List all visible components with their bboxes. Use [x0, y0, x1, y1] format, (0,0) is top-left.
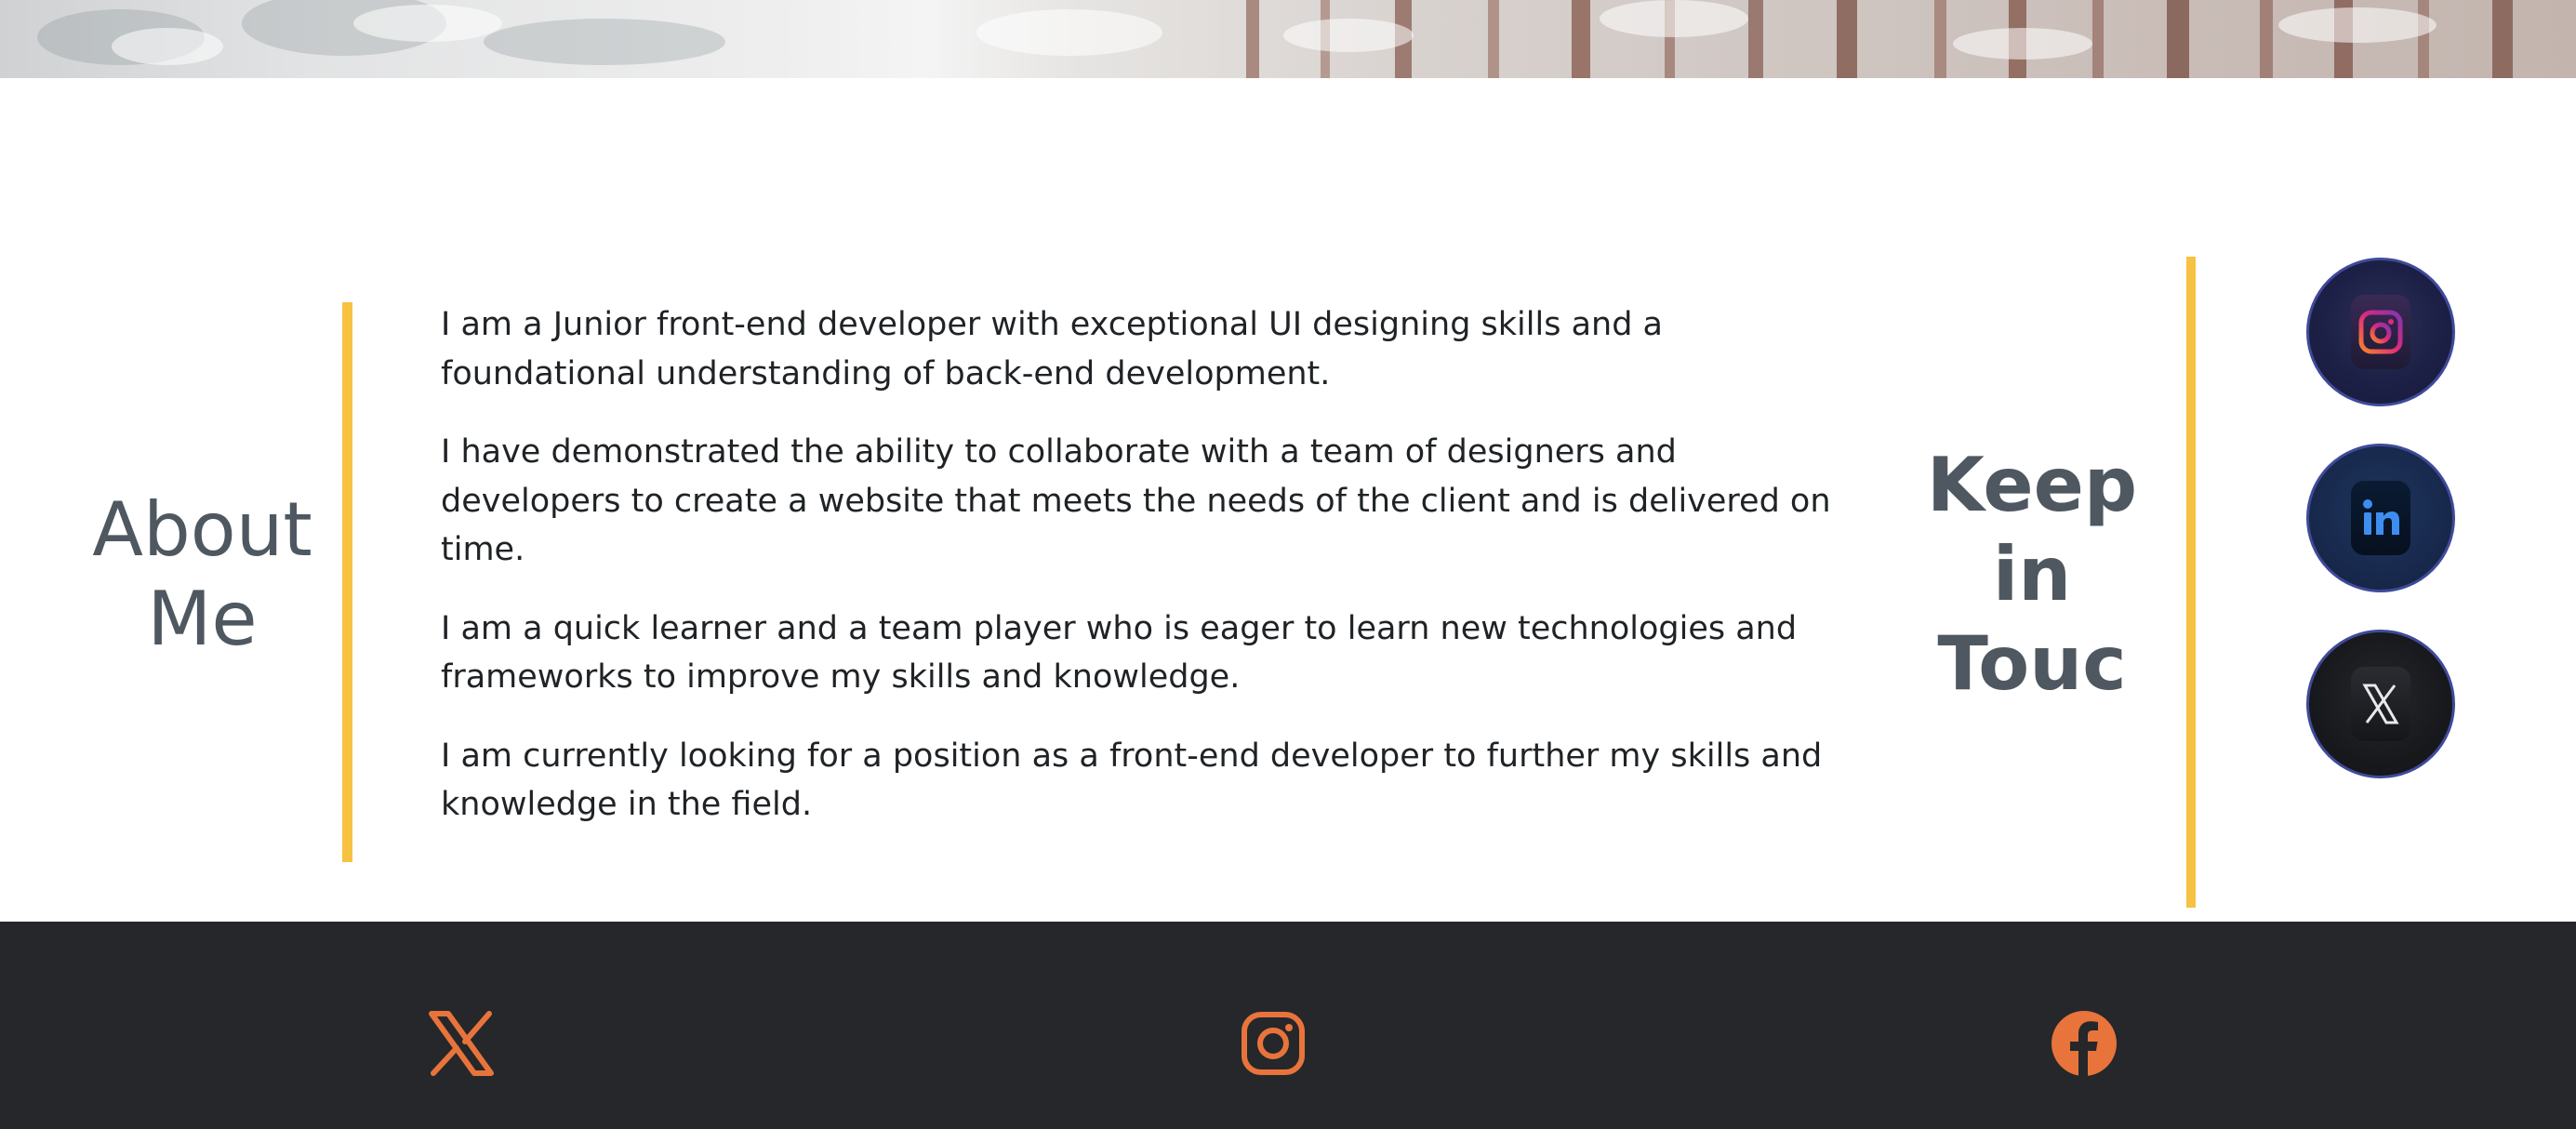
footer-x-link[interactable]	[428, 1010, 495, 1077]
x-link[interactable]	[2306, 630, 2455, 778]
hero-banner-image	[0, 0, 2576, 78]
about-heading: About Me	[92, 486, 312, 662]
footer-instagram-link[interactable]	[1240, 1010, 1307, 1077]
x-icon	[2351, 667, 2410, 741]
contact-accent-bar	[2186, 257, 2196, 908]
about-text: I am a Junior front-end developer with e…	[441, 300, 1845, 859]
about-paragraph: I am currently looking for a position as…	[441, 737, 1823, 824]
about-paragraph: I have demonstrated the ability to colla…	[441, 433, 1831, 568]
instagram-icon	[1242, 1012, 1305, 1075]
facebook-icon	[2052, 1011, 2117, 1076]
about-paragraph: I am a quick learner and a team player w…	[441, 609, 1798, 697]
footer-facebook-link[interactable]	[2051, 1010, 2118, 1077]
keep-in-touch-heading: Keep in Touc	[1926, 442, 2138, 707]
instagram-link[interactable]	[2306, 258, 2455, 406]
about-accent-bar	[342, 302, 352, 862]
x-icon	[429, 1011, 494, 1076]
instagram-icon	[2351, 295, 2410, 369]
linkedin-link[interactable]	[2306, 444, 2455, 592]
page: About Me I am a Junior front-end develop…	[0, 0, 2576, 1129]
about-paragraph: I am a Junior front-end developer with e…	[441, 306, 1663, 392]
linkedin-icon	[2351, 481, 2410, 555]
